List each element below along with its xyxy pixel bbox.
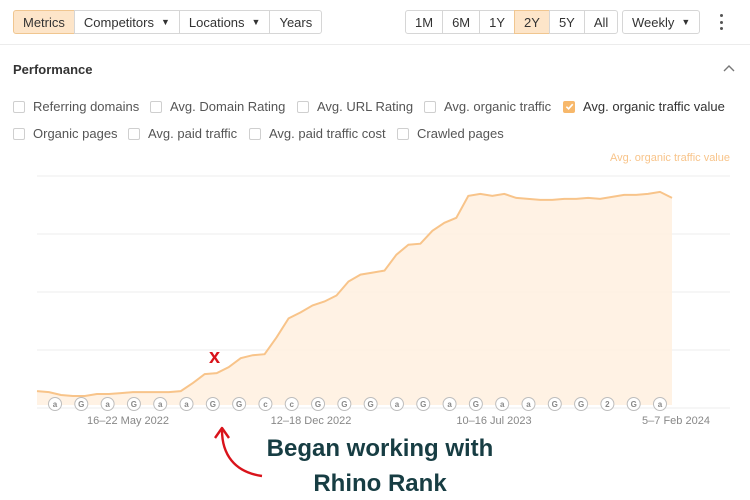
annotation-marker[interactable]: G [205,397,220,411]
annotation-marker[interactable]: a [442,397,457,411]
x-tick-label: 5–7 Feb 2024 [642,415,710,427]
series-area [37,191,672,405]
annotation-label: a [53,400,58,409]
annotation-marker[interactable]: a [179,397,194,411]
annotation-marker[interactable]: 2 [600,397,615,411]
annotation-marker[interactable]: G [126,397,141,411]
annotation-marker[interactable]: c [284,397,299,411]
annotation-label: G [236,400,242,409]
annotation-marker[interactable]: G [468,397,483,411]
annotation-marker[interactable]: a [48,397,62,411]
annotation-label: a [158,400,163,409]
annotation-label: a [447,400,452,409]
annotation-label: G [631,400,637,409]
annotation-label: a [500,400,505,409]
annotation-marker[interactable]: G [574,397,589,411]
annotation-label: a [658,400,663,409]
annotation-marker[interactable]: a [153,397,168,411]
annotation-label: c [263,400,268,409]
annotation-marker[interactable]: a [389,397,404,411]
x-tick-label: 12–18 Dec 2022 [271,415,352,427]
annotation-label: G [473,400,479,409]
x-tick-label: 16–22 May 2022 [87,415,169,427]
annotation-marker[interactable]: c [258,397,273,411]
annotation-marker[interactable]: G [232,397,247,411]
x-tick-label: 10–16 Jul 2023 [456,415,531,427]
annotation-marker[interactable]: G [74,397,89,411]
annotation-marker[interactable]: G [311,397,326,411]
annotation-marker[interactable]: a [521,397,536,411]
annotation-label: a [105,400,110,409]
annotation-label: G [368,400,374,409]
caption-line-2: Rhino Rank [313,470,447,497]
annotation-label: G [315,400,321,409]
annotation-marker[interactable]: G [416,397,431,411]
annotation-label: G [420,400,426,409]
annotation-marker[interactable]: G [363,397,378,411]
annotation-marker[interactable]: G [337,397,352,411]
annotation-label: G [341,400,347,409]
performance-chart: a Ga Ga a G Gc c G G Ga Ga Ga a G G 2 Ga 16–22 May 2022 1… [36,175,730,427]
annotation-marker[interactable]: G [626,397,641,411]
annotation-marker[interactable]: a [653,397,667,411]
annotation-label: G [578,400,584,409]
annotation-marker[interactable]: G [547,397,562,411]
annotation-label: a [526,400,531,409]
annotation-label: a [184,400,189,409]
caption-line-1: Began working with [266,435,494,462]
annotation-marker[interactable]: a [495,397,510,411]
annotation-label: c [290,400,295,409]
annotation-label: G [552,400,558,409]
annotation-label: G [210,400,216,409]
annotation-label: a [395,400,400,409]
start-marker: x [209,346,221,368]
annotation-marker[interactable]: a [100,397,115,411]
annotation-label: G [131,400,137,409]
annotation-label: G [78,400,84,409]
annotation-label: 2 [605,400,610,409]
